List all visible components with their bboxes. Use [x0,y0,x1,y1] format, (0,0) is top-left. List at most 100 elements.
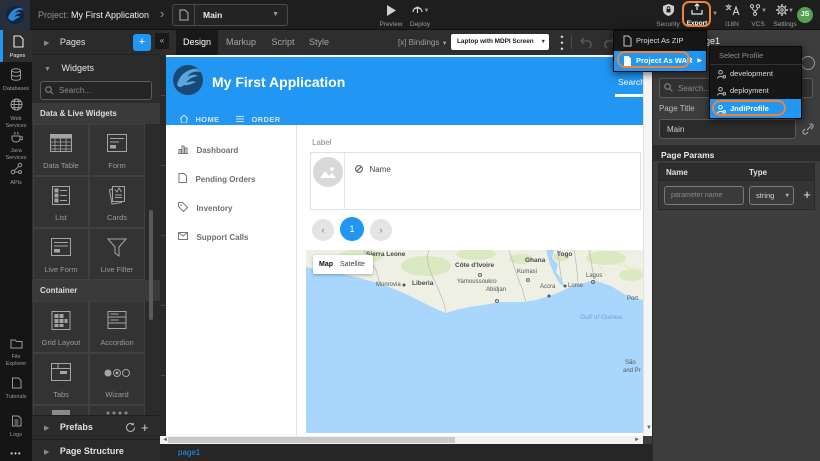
bindings-button[interactable]: [x] Bindings ▼ [398,30,448,55]
tab-script[interactable]: Script [264,30,302,55]
i18n-button[interactable]: I18N [719,3,745,29]
submenu-header: Select Profile [719,51,763,60]
app-sidebar-item-support-calls[interactable]: Support Calls [178,227,248,245]
undo-icon[interactable] [580,37,594,48]
rail-item-logs[interactable]: Logs [0,414,32,440]
menu-item-deployment[interactable]: deployment [710,82,801,99]
bind-link-icon[interactable] [802,123,814,135]
sidebar-label: Pending Orders [195,175,255,184]
menu-label: JndiProfile [730,99,769,118]
prefabs-section-header[interactable]: ▶ Prefabs + [32,415,160,438]
app-nav-order[interactable]: ORDER [236,109,281,121]
tab-style[interactable]: Style [302,30,336,55]
rail-item-java-services[interactable]: Java Services [0,130,32,160]
status-page-tab[interactable]: page1 [178,444,200,461]
page-structure-section-header[interactable]: ▶ Page Structure [32,439,160,461]
image-icon [320,166,336,178]
map-button[interactable]: Map [319,255,333,274]
app-logo[interactable] [0,0,30,30]
tile-label: Live Filter [90,265,144,274]
pagination-next[interactable]: › [370,219,392,241]
rail-item-web-services[interactable]: Web Services [0,98,32,128]
page-dropdown[interactable]: Main ▼ [172,4,288,26]
rail-item-databases[interactable]: Databases [0,68,32,92]
widget-tile-cards[interactable]: Cards [89,176,145,228]
app-sidebar-item-pending-orders[interactable]: Pending Orders [178,169,255,187]
rail-item-file-explorer[interactable]: File Explorer [0,336,32,366]
page-params-header[interactable]: Page Params [653,145,820,161]
search-icon [664,83,673,92]
widgets-search-input[interactable] [40,81,152,100]
widget-tile-wizard[interactable]: Wizard [89,353,145,405]
widget-tile-accordion[interactable]: Accordion [89,301,145,353]
tile-label: Accordion [90,338,144,347]
card-image-cell [311,153,345,209]
widget-tile-partial-left[interactable] [33,405,89,415]
widget-tile-list[interactable]: List [33,176,89,228]
menu-item-development[interactable]: development [710,65,801,82]
sidebar-label: Inventory [196,204,232,213]
collapse-arrow-icon: ▶ [44,425,49,432]
rail-more-button[interactable]: ••• [0,449,32,461]
rail-item-pages[interactable]: Pages [0,30,32,62]
widget-tile-tabs[interactable]: Tabs [33,353,89,405]
rail-label: APIs [0,180,32,187]
section-container[interactable]: Container [32,280,160,301]
refresh-ring-icon[interactable] [801,56,815,70]
collapse-panel-button[interactable]: « [155,33,169,49]
param-name-input[interactable] [664,186,744,205]
section-data-live-widgets[interactable]: Data & Live Widgets [32,103,160,124]
preview-button[interactable]: Preview [377,3,405,29]
menu-item-jndiprofile[interactable]: JndiProfile [710,99,801,118]
menu-item-project-as-war[interactable]: Project As WAR ▶ [614,51,706,71]
widget-tile-live-form[interactable]: Live Form [33,228,89,280]
app-nav-home[interactable]: HOME [180,109,220,121]
pagination-prev[interactable]: ‹ [312,219,334,241]
list-card[interactable]: Name [310,152,641,210]
pagination-current[interactable]: 1 [340,217,364,241]
app-search-tab[interactable]: Search [618,77,643,87]
menu-item-project-as-zip[interactable]: Project As ZIP [614,31,706,51]
widgets-section-header[interactable]: ▼ Widgets [32,56,160,81]
canvas-hscrollbar[interactable]: ◄ ► [160,436,643,444]
security-label: Security [653,21,683,28]
refresh-icon[interactable] [125,422,136,433]
vcs-button[interactable]: ▼ VCS [745,3,771,29]
rail-item-tutorials[interactable]: Tutorials [0,376,32,402]
avatar[interactable]: JS [797,7,813,23]
security-button[interactable]: Security [653,3,683,29]
rail-item-apis[interactable]: APIs [0,162,32,188]
deploy-button[interactable]: ▼ Deploy [403,3,437,29]
export-icon [691,3,703,15]
settings-button[interactable]: ▼ Settings [771,3,799,29]
app-sidebar-item-inventory[interactable]: Inventory [178,198,232,216]
map-label: Monrovia [376,282,401,288]
chevron-down-icon: ▼ [442,41,448,47]
map-type-control[interactable]: Map Satellite [313,255,373,274]
map-widget[interactable]: Sierra Leone Monrovia Liberia Côte d'Ivo… [306,250,643,433]
widget-tile-partial-right[interactable] [89,405,145,415]
widget-tile-form[interactable]: Form [89,124,145,176]
widget-tile-grid-layout[interactable]: Grid Layout [33,301,89,353]
left-panel-scrollbar[interactable] [149,210,153,320]
add-param-button[interactable]: + [800,186,814,205]
tab-markup[interactable]: Markup [220,30,262,55]
widget-tile-live-filter[interactable]: Live Filter [89,228,145,280]
canvas-vscrollbar[interactable]: ▼ [643,55,652,436]
more-options-button[interactable]: ••• [558,34,566,51]
bindings-label: [x] Bindings [398,38,439,47]
add-page-button[interactable]: + [133,34,151,51]
page-title-input[interactable] [659,119,796,139]
widget-tile-data-table[interactable]: Data Table [33,124,89,176]
tab-design[interactable]: Design [176,30,218,55]
device-selector[interactable]: Laptop with MDPI Screen ▼ [451,34,549,50]
export-button[interactable]: Export [684,2,710,28]
rail-label: Databases [0,86,32,93]
add-prefab-button[interactable]: + [141,416,149,439]
scroll-right-arrow[interactable]: ► [634,437,640,443]
satellite-button[interactable]: Satellite [340,255,365,274]
hscroll-thumb[interactable] [168,437,455,443]
app-sidebar-item-dashboard[interactable]: Dashboard [178,140,238,158]
tile-label: Grid Layout [34,338,88,347]
param-type-select[interactable]: string ▼ [749,186,794,205]
